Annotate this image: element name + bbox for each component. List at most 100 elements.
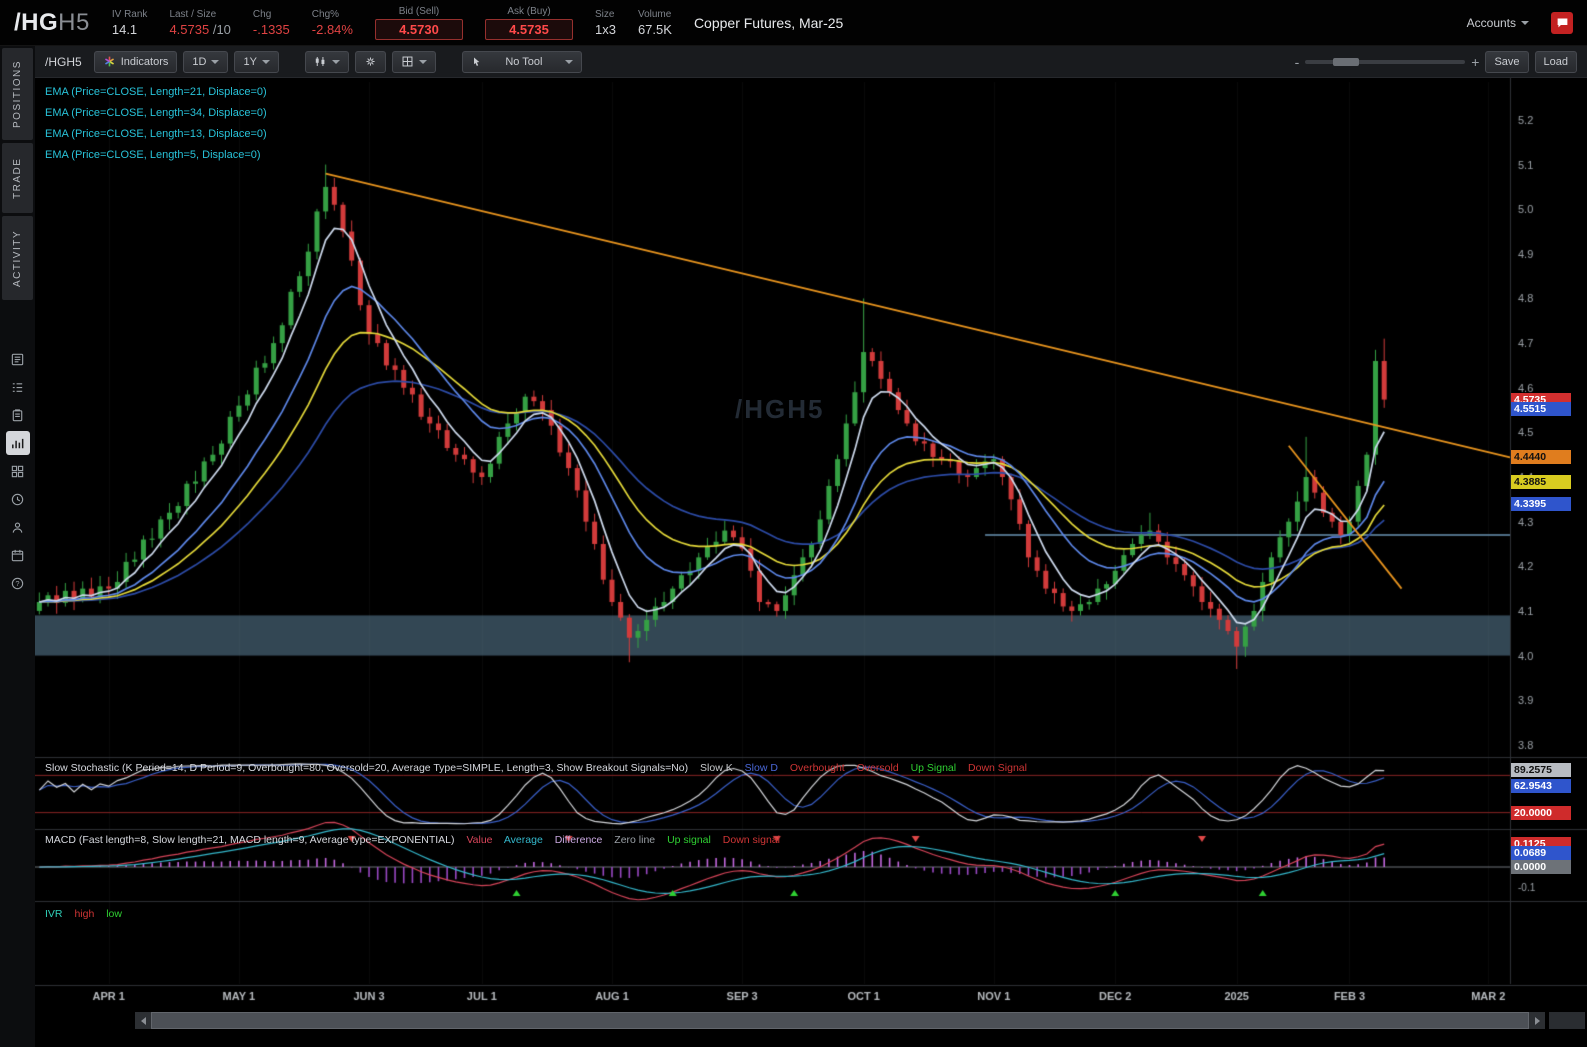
range-dropdown[interactable]: 1Y (234, 50, 279, 73)
accounts-menu[interactable]: Accounts (1467, 16, 1529, 30)
quote-header: /HGH5 IV Rank 14.1 Last / Size 4.5735 /1… (0, 0, 1587, 46)
stochastic-legend: Slow Stochastic (K Period=14, D Period=9… (45, 762, 1036, 774)
drawing-tool-dropdown[interactable]: No Tool (461, 50, 582, 73)
chevron-down-icon (211, 59, 220, 64)
chgpct-label: Chg% (311, 8, 340, 20)
load-button[interactable]: Load (1534, 50, 1577, 73)
chg-value: -.1335 (252, 21, 290, 37)
chgpct-field: Chg% -2.84% (312, 9, 353, 37)
watermark: /HGH5 (735, 394, 825, 424)
stoch-axis-label: 20.0000 (1511, 805, 1571, 820)
widgets-icon[interactable] (6, 459, 30, 483)
iv-rank-field: IV Rank 14.1 (112, 9, 148, 37)
last-value: 4.5735 (169, 21, 210, 37)
chgpct-value: -2.84% (311, 21, 353, 37)
scroll-right-button[interactable] (1529, 1012, 1545, 1029)
ivr-low-label: low (106, 908, 122, 920)
triangle-left-icon (140, 1016, 146, 1025)
chart-area: /HGH5 EMA (Price=CLOSE, Length=21, Displ… (35, 78, 1587, 1047)
macd-axis-label: 0.0000 (1511, 860, 1571, 875)
chart-icon[interactable] (5, 431, 30, 455)
iv-rank-label: IV Rank (111, 8, 148, 20)
study-label-ema21[interactable]: EMA (Price=CLOSE, Length=21, Displace=0) (45, 86, 267, 98)
ask-button[interactable]: 4.5735 (484, 18, 573, 40)
last-size-suffix: /10 (212, 21, 231, 37)
ivr-title[interactable]: IVR (45, 908, 63, 920)
price-axis-label: 4.5515 (1511, 402, 1571, 417)
calendar-icon[interactable] (6, 543, 30, 567)
save-button[interactable]: Save (1485, 50, 1529, 73)
indicators-button[interactable]: Indicators (93, 50, 178, 73)
bid-button[interactable]: 4.5730 (374, 18, 463, 40)
chart-gadget: /HGH5 Indicators 1D 1Y No Tool - + Save … (35, 46, 1587, 1047)
zoom-control: - + (1295, 54, 1480, 70)
help-icon[interactable]: ? (6, 571, 30, 595)
zoom-out-button[interactable]: - (1295, 54, 1300, 70)
price-chart-canvas[interactable] (35, 78, 1587, 1047)
size-field: Size 1x3 (595, 9, 616, 37)
orders-icon[interactable] (6, 403, 30, 427)
study-label-ema34[interactable]: EMA (Price=CLOSE, Length=34, Displace=0) (45, 107, 267, 119)
price-axis-label: 4.4440 (1511, 450, 1571, 465)
stoch-oversold-label: Oversold (856, 762, 899, 774)
chevron-down-icon (331, 59, 340, 64)
bid-label: Bid (Sell) (398, 5, 440, 17)
stoch-slowd-label: Slow D (744, 762, 778, 774)
macd-value-label: Value (466, 834, 493, 846)
cursor-icon (473, 57, 480, 66)
volume-field: Volume 67.5K (638, 9, 672, 37)
toolbar-symbol[interactable]: /HGH5 (45, 55, 82, 69)
stoch-overbought-label: Overbought (789, 762, 845, 774)
news-icon[interactable] (6, 347, 30, 371)
zoom-slider-thumb[interactable] (1333, 57, 1360, 66)
chevron-down-icon (418, 59, 427, 64)
macd-title[interactable]: MACD (Fast length=8, Slow length=21, MAC… (45, 834, 455, 846)
study-labels: EMA (Price=CLOSE, Length=21, Displace=0)… (45, 86, 267, 170)
volume-label: Volume (637, 8, 672, 20)
watchlist-icon[interactable] (6, 375, 30, 399)
scrollbar-thumb[interactable] (151, 1012, 1529, 1029)
volume-value: 67.5K (637, 21, 672, 37)
study-label-ema5[interactable]: EMA (Price=CLOSE, Length=5, Displace=0) (45, 149, 267, 161)
sidebar-tab-trade[interactable]: TRADE (2, 143, 33, 213)
history-icon[interactable] (6, 487, 30, 511)
ivr-legend: IVR high low (45, 908, 131, 920)
macd-average-label: Average (503, 834, 543, 846)
sidebar-tab-activity[interactable]: ACTIVITY (2, 216, 33, 300)
left-sidebar: POSITIONS TRADE ACTIVITY ? (0, 46, 35, 1047)
time-scrollbar[interactable] (135, 1012, 1545, 1029)
price-axis-label: 4.3885 (1511, 475, 1571, 490)
contract-description: Copper Futures, Mar-25 (693, 14, 844, 31)
size-label: Size (594, 8, 615, 20)
chevron-down-icon (261, 59, 270, 64)
indicators-label: Indicators (120, 55, 169, 68)
stoch-axis-label: 62.9543 (1511, 778, 1571, 793)
chg-field: Chg -.1335 (253, 9, 290, 37)
bid-field: Bid (Sell) 4.5730 (374, 5, 463, 40)
stoch-axis-label: 89.2575 (1511, 762, 1571, 777)
symbol-root: /HG (14, 8, 59, 36)
zoom-in-button[interactable]: + (1471, 54, 1479, 70)
range-value: 1Y (243, 55, 257, 68)
support-chat-icon[interactable] (1551, 11, 1573, 34)
chart-settings-button[interactable] (354, 50, 386, 73)
indicators-pinwheel-icon (104, 56, 114, 67)
chg-label: Chg (252, 8, 272, 20)
grid-layout-icon (402, 56, 413, 67)
scroll-left-button[interactable] (135, 1012, 151, 1029)
sidebar-tab-positions[interactable]: POSITIONS (2, 48, 33, 140)
contacts-icon[interactable] (6, 515, 30, 539)
ivr-high-label: high (74, 908, 95, 920)
stochastic-title[interactable]: Slow Stochastic (K Period=14, D Period=9… (45, 762, 688, 774)
last-size-field: Last / Size 4.5735 /10 (169, 9, 230, 37)
timeframe-dropdown[interactable]: 1D (183, 50, 229, 73)
drawing-tool-value: No Tool (505, 55, 543, 68)
chart-style-dropdown[interactable] (304, 50, 349, 73)
symbol-title: /HGH5 (14, 9, 90, 37)
study-label-ema13[interactable]: EMA (Price=CLOSE, Length=13, Displace=0) (45, 128, 267, 140)
grid-layout-dropdown[interactable] (391, 50, 436, 73)
zoom-slider[interactable] (1305, 57, 1466, 66)
triangle-right-icon (1534, 1016, 1540, 1025)
svg-text:?: ? (15, 579, 19, 588)
last-size-label: Last / Size (169, 8, 217, 20)
